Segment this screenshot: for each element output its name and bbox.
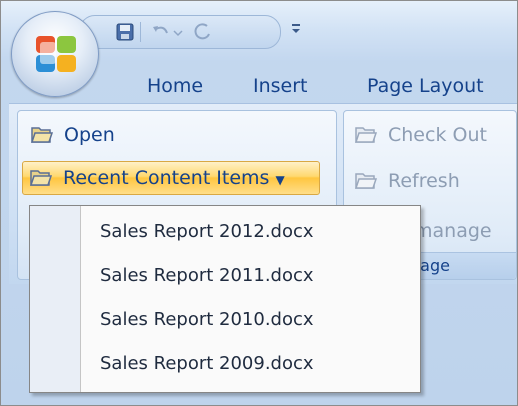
tab-page-layout[interactable]: Page Layout bbox=[367, 69, 484, 103]
check-out-button[interactable]: Check Out bbox=[348, 119, 517, 151]
chevron-down-icon[interactable] bbox=[289, 17, 303, 41]
redo-icon[interactable] bbox=[192, 21, 214, 43]
recent-content-items-label: Recent Content Items bbox=[63, 167, 270, 189]
menu-item-sales-report-2010[interactable]: Sales Report 2010.docx bbox=[100, 300, 314, 340]
open-button[interactable]: Open bbox=[24, 119, 214, 151]
folder-icon bbox=[29, 170, 53, 186]
app-window: Home Insert Page Layout Open Recent Cont… bbox=[0, 0, 518, 406]
folder-icon bbox=[354, 173, 378, 189]
refresh-label: Refresh bbox=[388, 170, 460, 192]
tab-insert[interactable]: Insert bbox=[253, 69, 308, 103]
undo-icon[interactable] bbox=[150, 21, 172, 43]
folder-icon bbox=[30, 127, 54, 143]
office-logo-icon bbox=[36, 36, 76, 72]
recent-content-items-button[interactable]: Recent Content Items ▼ bbox=[22, 161, 320, 195]
undo-dropdown-icon[interactable] bbox=[172, 21, 184, 43]
open-label: Open bbox=[64, 124, 115, 146]
manage-label: manage bbox=[414, 220, 492, 242]
save-icon[interactable] bbox=[114, 21, 136, 43]
refresh-button[interactable]: Refresh bbox=[348, 165, 517, 197]
menu-item-sales-report-2009[interactable]: Sales Report 2009.docx bbox=[100, 344, 314, 384]
tab-home[interactable]: Home bbox=[147, 69, 203, 103]
chevron-down-icon: ▼ bbox=[275, 173, 285, 187]
qat-separator bbox=[140, 22, 141, 42]
office-button[interactable] bbox=[11, 11, 99, 97]
recent-items-menu: Sales Report 2012.docx Sales Report 2011… bbox=[29, 205, 421, 393]
menu-item-sales-report-2011[interactable]: Sales Report 2011.docx bbox=[100, 256, 314, 296]
check-out-label: Check Out bbox=[388, 124, 487, 146]
folder-icon bbox=[354, 127, 378, 143]
quick-access-toolbar bbox=[79, 15, 281, 49]
menu-gutter bbox=[30, 206, 81, 392]
menu-item-sales-report-2012[interactable]: Sales Report 2012.docx bbox=[100, 212, 314, 252]
